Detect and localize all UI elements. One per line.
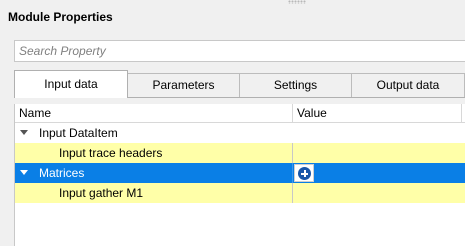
row-name: Input gather M1 <box>59 186 144 200</box>
tab-parameters[interactable]: Parameters <box>127 73 240 97</box>
tab-bar: Input data Parameters Settings Output da… <box>14 70 465 98</box>
column-divider <box>292 143 293 163</box>
tree-row-input-dataitem[interactable]: Input DataItem I <box>15 123 465 143</box>
add-matrix-button[interactable] <box>294 164 314 182</box>
row-name: Input DataItem <box>39 126 118 140</box>
panel-title: Module Properties <box>8 10 113 24</box>
tab-label: Settings <box>273 78 318 92</box>
tab-label: Parameters <box>152 78 215 92</box>
expand-arrow-icon[interactable] <box>20 130 28 135</box>
tab-label: Input data <box>44 77 98 91</box>
tree-row-input-gather-m1[interactable]: Input gather M1 I <box>15 183 465 203</box>
expand-arrow-icon[interactable] <box>20 170 28 175</box>
row-name: Input trace headers <box>59 146 163 160</box>
search-property-input[interactable]: Search Property <box>14 40 465 62</box>
tree-row-input-trace-headers[interactable]: Input trace headers I <box>15 143 465 163</box>
column-divider <box>292 163 293 183</box>
search-placeholder: Search Property <box>19 44 106 58</box>
column-header-value[interactable]: Value <box>297 106 327 120</box>
column-header-name[interactable]: Name <box>19 106 51 120</box>
column-resize-handle[interactable] <box>292 104 293 123</box>
tab-output-data[interactable]: Output data <box>351 73 465 97</box>
tab-input-data[interactable]: Input data <box>14 70 128 98</box>
tab-settings[interactable]: Settings <box>239 73 352 97</box>
column-divider <box>292 183 293 203</box>
tree-row-matrices[interactable]: Matrices I <box>15 163 465 183</box>
resize-grip[interactable] <box>288 0 306 4</box>
tab-label: Output data <box>376 78 440 92</box>
row-name: Matrices <box>39 166 85 180</box>
property-tree: Name Value F Input DataItem I Input trac… <box>14 104 465 246</box>
tree-header: Name Value F <box>15 104 465 123</box>
column-resize-handle[interactable] <box>461 104 462 123</box>
plus-circle-icon <box>298 167 311 180</box>
